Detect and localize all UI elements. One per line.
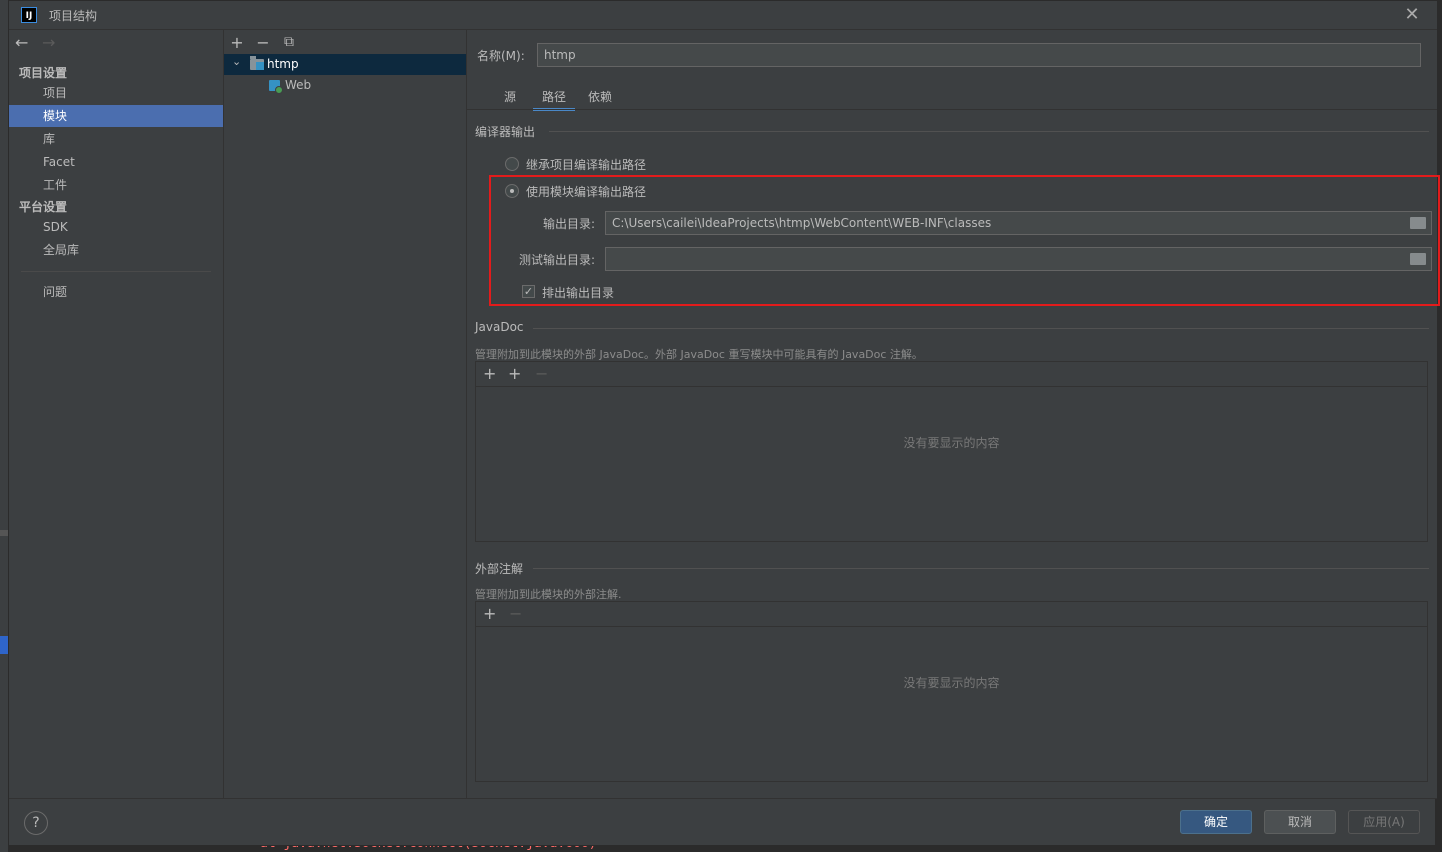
tab-dependencies[interactable]: 依赖 xyxy=(583,87,617,111)
annotations-list: + − 没有要显示的内容 xyxy=(475,601,1428,782)
name-label: 名称(M): xyxy=(477,49,525,63)
compiler-output-title: 编译器输出 xyxy=(475,125,536,139)
nav-divider xyxy=(21,271,211,272)
nav-item-global-libraries[interactable]: 全局库 xyxy=(9,239,223,261)
nav-item-modules[interactable]: 模块 xyxy=(9,105,223,127)
footer-divider xyxy=(9,798,1437,799)
module-name-input[interactable] xyxy=(537,43,1421,67)
tabs-divider xyxy=(467,109,1437,110)
javadoc-empty-text: 没有要显示的内容 xyxy=(903,436,1000,450)
javadoc-list: + + − 没有要显示的内容 xyxy=(475,361,1428,542)
title-bar: IJ 项目结构 ✕ xyxy=(9,1,1437,30)
chevron-down-icon[interactable]: ⌄ xyxy=(232,55,241,68)
tree-label-web: Web xyxy=(285,78,312,92)
settings-nav: ← → 项目设置 项目 模块 库 Facet 工件 平台设置 SDK 全局库 问… xyxy=(9,30,224,798)
nav-heading-project-settings: 项目设置 xyxy=(19,66,68,80)
test-output-dir-label: 测试输出目录: xyxy=(518,253,595,267)
nav-item-sdks[interactable]: SDK xyxy=(9,216,223,238)
remove-icon[interactable]: − xyxy=(535,364,548,383)
browse-folder-icon[interactable] xyxy=(1410,253,1426,265)
close-icon[interactable]: ✕ xyxy=(1402,3,1422,27)
section-divider xyxy=(533,568,1429,569)
exclude-output-label: 排出输出目录 xyxy=(542,286,615,300)
annotations-hint: 管理附加到此模块的外部注解. xyxy=(475,588,622,601)
window-title: 项目结构 xyxy=(49,9,98,23)
add-icon[interactable]: + xyxy=(483,604,496,623)
ok-button[interactable]: 确定 xyxy=(1180,810,1252,834)
copy-icon[interactable]: ⧉ xyxy=(280,34,298,50)
javadoc-hint: 管理附加到此模块的外部 JavaDoc。外部 JavaDoc 重写模块中可能具有… xyxy=(475,348,923,361)
tree-row-htmp[interactable]: ⌄ htmp xyxy=(224,54,466,75)
add-url-icon[interactable]: + xyxy=(508,364,521,383)
nav-item-libraries[interactable]: 库 xyxy=(9,128,223,150)
tree-label-htmp: htmp xyxy=(267,57,299,71)
cancel-button[interactable]: 取消 xyxy=(1264,810,1336,834)
javadoc-title: JavaDoc xyxy=(475,320,524,334)
module-settings-panel: 名称(M): 源 路径 依赖 编译器输出 继承项目编译输出路径 使用模块编译输出… xyxy=(467,30,1440,798)
intellij-app-icon: IJ xyxy=(21,7,37,23)
annotations-toolbar: + − xyxy=(476,602,1427,627)
add-icon[interactable]: + xyxy=(228,33,246,52)
tab-paths[interactable]: 路径 xyxy=(533,87,575,111)
apply-button[interactable]: 应用(A) xyxy=(1348,810,1420,834)
browse-folder-icon[interactable] xyxy=(1410,217,1426,229)
use-module-output-label: 使用模块编译输出路径 xyxy=(526,185,647,199)
tab-sources[interactable]: 源 xyxy=(493,87,527,111)
section-divider xyxy=(533,328,1429,329)
javadoc-toolbar: + + − xyxy=(476,362,1427,387)
nav-item-project[interactable]: 项目 xyxy=(9,82,223,104)
tree-row-web[interactable]: Web xyxy=(224,75,466,96)
annotations-empty-text: 没有要显示的内容 xyxy=(903,676,1000,690)
nav-item-artifacts[interactable]: 工件 xyxy=(9,174,223,196)
help-icon[interactable]: ? xyxy=(24,811,48,835)
web-facet-icon xyxy=(269,80,283,94)
inherit-output-radio[interactable] xyxy=(505,157,519,171)
output-dir-label: 输出目录: xyxy=(542,217,595,231)
output-dir-input[interactable] xyxy=(605,211,1432,235)
add-icon[interactable]: + xyxy=(483,364,496,383)
remove-icon[interactable]: − xyxy=(509,604,522,623)
module-tree-panel: + − ⧉ ⌄ htmp Web xyxy=(224,30,467,798)
nav-item-facets[interactable]: Facet xyxy=(9,151,223,173)
annotations-title: 外部注解 xyxy=(475,562,524,576)
use-module-output-radio[interactable] xyxy=(505,184,519,198)
nav-heading-platform-settings: 平台设置 xyxy=(19,200,68,214)
background-ide-strip xyxy=(0,0,8,852)
section-divider xyxy=(549,131,1429,132)
exclude-output-checkbox[interactable]: ✓ xyxy=(522,285,535,298)
back-arrow-icon[interactable]: ← xyxy=(15,33,28,52)
inherit-output-label: 继承项目编译输出路径 xyxy=(526,158,647,172)
remove-icon[interactable]: − xyxy=(254,33,272,52)
forward-arrow-icon[interactable]: → xyxy=(42,33,55,52)
module-folder-icon xyxy=(250,56,264,70)
nav-item-problems[interactable]: 问题 xyxy=(9,281,223,303)
test-output-dir-input[interactable] xyxy=(605,247,1432,271)
project-structure-dialog: IJ 项目结构 ✕ ← → 项目设置 项目 模块 库 Facet 工件 平台设置… xyxy=(8,0,1440,846)
